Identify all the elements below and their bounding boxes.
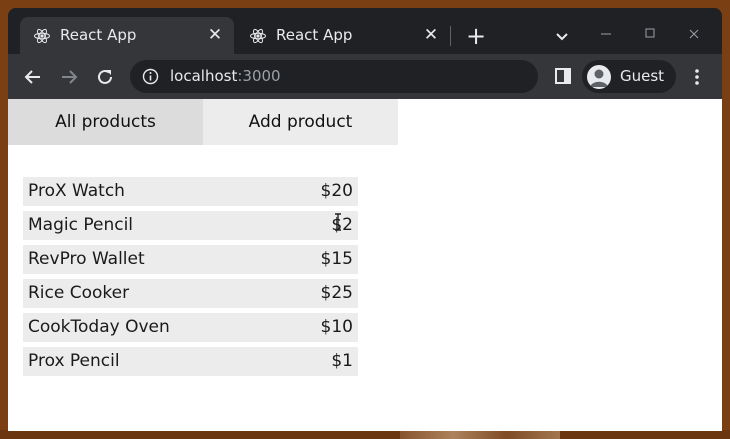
product-row[interactable]: Prox Pencil $1 — [23, 347, 358, 376]
react-icon — [250, 28, 266, 44]
tab-react-app-active[interactable]: React App ✕ — [20, 17, 234, 54]
product-name: Rice Cooker — [28, 283, 130, 303]
url-text: localhost:3000 — [170, 67, 281, 85]
info-icon[interactable] — [142, 68, 159, 85]
tab-separator — [450, 26, 451, 46]
forward-arrow-icon[interactable] — [58, 66, 80, 88]
side-panel-icon[interactable] — [554, 67, 572, 85]
close-icon[interactable]: ✕ — [422, 26, 440, 44]
product-name: Magic Pencil — [28, 215, 134, 235]
product-name: Prox Pencil — [28, 351, 120, 371]
product-row[interactable]: CookToday Oven $10 — [23, 313, 358, 342]
product-row[interactable]: ProX Watch $20 — [23, 177, 358, 206]
tab-title: React App — [276, 26, 353, 44]
tab-strip: React App ✕ React App ✕ + — [8, 8, 722, 54]
product-row[interactable]: Rice Cooker $25 — [23, 279, 358, 308]
minimize-icon[interactable] — [596, 24, 616, 44]
reload-icon[interactable] — [94, 66, 116, 88]
nav-add-product[interactable]: Add product — [203, 99, 398, 145]
react-icon — [34, 28, 50, 44]
product-name: CookToday Oven — [28, 317, 170, 337]
page-content: All products Add product ProX Watch $20 … — [8, 99, 722, 431]
nav-all-products[interactable]: All products — [8, 99, 203, 145]
product-row[interactable]: Magic Pencil $2 — [23, 211, 358, 240]
window-close-icon[interactable] — [684, 24, 704, 44]
maximize-icon[interactable] — [640, 24, 660, 44]
url-host: localhost — [170, 67, 238, 85]
product-price: $25 — [320, 283, 353, 303]
text-cursor-icon — [335, 213, 341, 231]
product-name: ProX Watch — [28, 181, 125, 201]
back-arrow-icon[interactable] — [22, 66, 44, 88]
product-row[interactable]: RevPro Wallet $15 — [23, 245, 358, 274]
desktop-background — [0, 430, 730, 439]
profile-name: Guest — [620, 67, 665, 85]
product-name: RevPro Wallet — [28, 249, 145, 269]
close-icon[interactable]: ✕ — [206, 26, 224, 44]
avatar — [587, 65, 611, 89]
product-price: $10 — [320, 317, 353, 337]
address-bar[interactable]: localhost:3000 — [130, 60, 538, 93]
product-list: ProX Watch $20 Magic Pencil $2 RevPro Wa… — [23, 177, 358, 381]
url-port: :3000 — [237, 67, 281, 85]
new-tab-button[interactable]: + — [466, 24, 486, 48]
chevron-down-icon[interactable] — [552, 26, 572, 46]
product-price: $1 — [331, 351, 353, 371]
browser-toolbar: localhost:3000 Guest — [8, 54, 722, 99]
tab-react-app[interactable]: React App ✕ — [236, 17, 450, 54]
person-icon — [590, 69, 608, 87]
tab-title: React App — [60, 26, 137, 44]
product-price: $20 — [320, 181, 353, 201]
browser-window: React App ✕ React App ✕ + localhost:3000… — [8, 8, 722, 431]
profile-button[interactable]: Guest — [582, 60, 676, 93]
product-price: $15 — [320, 249, 353, 269]
more-vert-icon[interactable] — [688, 67, 706, 87]
